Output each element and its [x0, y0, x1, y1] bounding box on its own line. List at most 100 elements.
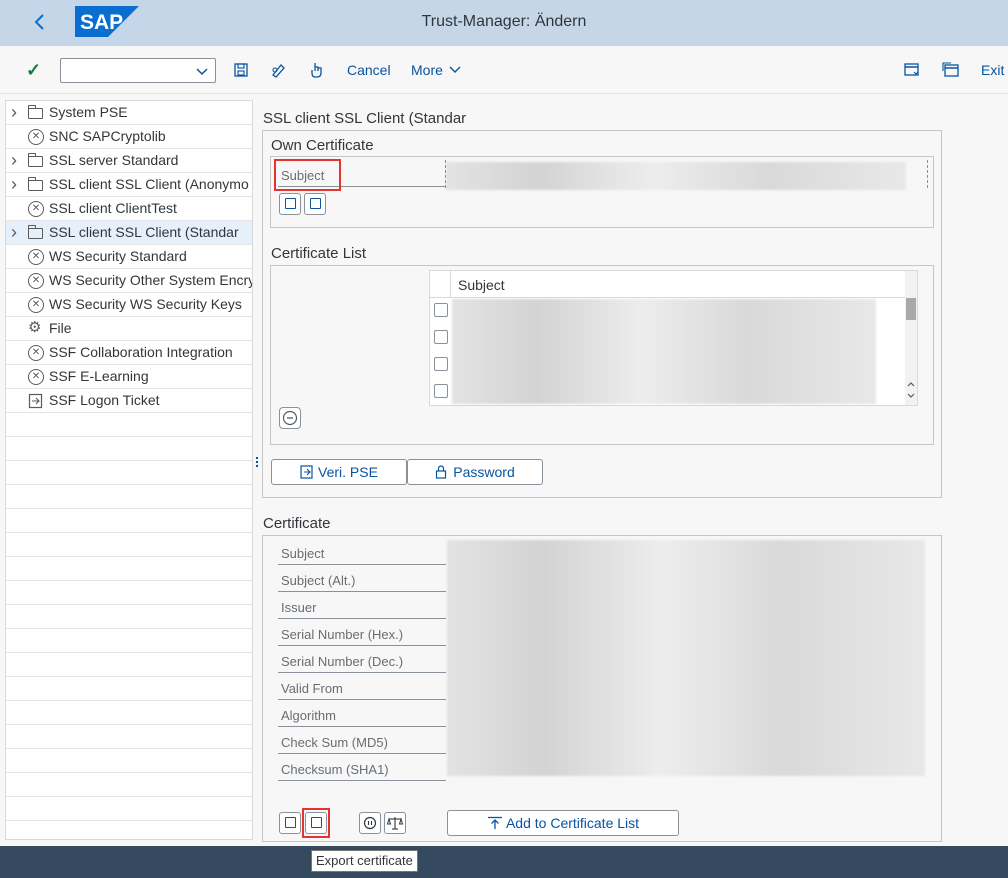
confirm-button[interactable]: ✓: [26, 58, 41, 82]
cancel-button[interactable]: Cancel: [347, 58, 391, 82]
tree-item[interactable]: ✕ SSL client ClientTest: [6, 197, 252, 221]
shell-bar: SAP Trust-Manager: Ändern: [0, 0, 1008, 46]
tree-empty-row: [6, 437, 252, 461]
tree-item[interactable]: › SSL server Standard: [6, 149, 252, 173]
tree-empty-row: [6, 581, 252, 605]
tree-empty-row: [6, 533, 252, 557]
chevron-right-icon[interactable]: ›: [11, 101, 23, 124]
export-own-cert-button[interactable]: [304, 193, 326, 215]
tree-empty-row: [6, 677, 252, 701]
minimize-window-button[interactable]: [940, 58, 962, 82]
exit-button[interactable]: Exit: [981, 58, 1004, 82]
tree-empty-row: [6, 557, 252, 581]
compare-certificate-button[interactable]: [384, 812, 406, 834]
tree-item-label: System PSE: [49, 104, 128, 120]
tree-item[interactable]: ✕ SSF E-Learning: [6, 365, 252, 389]
row-checkbox[interactable]: [434, 384, 448, 398]
folder-icon: [28, 105, 43, 119]
certificate-field-label: Valid From: [281, 681, 343, 696]
toolbar: ✓ Cancel More Exit: [0, 46, 1008, 94]
certificate-field-label: Algorithm: [281, 708, 336, 723]
tree-item[interactable]: ✕ WS Security Standard: [6, 245, 252, 269]
select-all-cell[interactable]: [430, 271, 451, 298]
import-own-cert-button[interactable]: [279, 193, 301, 215]
folder-icon: [28, 225, 43, 239]
certificate-list-rows[interactable]: [452, 299, 876, 404]
certificate-list-table: Subject: [429, 270, 918, 406]
add-to-certificate-list-button[interactable]: Add to Certificate List: [447, 810, 679, 836]
tree-item[interactable]: ✕ WS Security WS Security Keys: [6, 293, 252, 317]
more-label: More: [411, 62, 443, 78]
tree-item-label: SSL server Standard: [49, 152, 179, 168]
tree-item[interactable]: › SSL client SSL Client (Anonymo: [6, 173, 252, 197]
add-to-list-label: Add to Certificate List: [505, 815, 640, 831]
tree-item[interactable]: SSF Logon Ticket: [6, 389, 252, 413]
row-checkbox[interactable]: [434, 330, 448, 344]
tree-empty-row: [6, 725, 252, 749]
import-icon: [284, 198, 296, 209]
column-subject[interactable]: Subject: [458, 277, 505, 293]
password-button[interactable]: Password: [407, 459, 543, 485]
chevron-right-icon[interactable]: ›: [11, 149, 23, 172]
new-window-icon: [904, 63, 919, 76]
tree-empty-row: [6, 653, 252, 677]
row-checkbox[interactable]: [434, 357, 448, 371]
pause-circle-icon: [363, 816, 377, 830]
certificate-field-label: Check Sum (MD5): [281, 735, 388, 750]
veri-pse-button[interactable]: Veri. PSE: [271, 459, 407, 485]
certificate-title: Certificate: [263, 515, 331, 532]
table-scrollbar[interactable]: [905, 271, 917, 405]
tree-empty-row: [6, 605, 252, 629]
more-menu-button[interactable]: More: [411, 58, 461, 82]
chevron-right-icon[interactable]: ›: [11, 173, 23, 196]
tree-empty-row: [6, 413, 252, 437]
balance-scale-icon: [386, 817, 404, 830]
scroll-down-icon[interactable]: [905, 391, 917, 401]
tree-item[interactable]: ⚙ File: [6, 317, 252, 341]
tree-item-label: SNC SAPCryptolib: [49, 128, 166, 144]
certificate-field-label: Serial Number (Hex.): [281, 627, 404, 642]
tree-item-label: SSF E-Learning: [49, 368, 149, 384]
tree-item-label: SSL client ClientTest: [49, 200, 177, 216]
scrollbar-thumb[interactable]: [906, 298, 916, 320]
row-checkbox[interactable]: [434, 303, 448, 317]
lock-icon: [436, 465, 447, 479]
certificate-list-title: Certificate List: [271, 245, 367, 262]
window-icon: [942, 62, 959, 77]
chevron-right-icon[interactable]: ›: [11, 221, 23, 244]
export-icon: [28, 393, 44, 409]
tree-empty-row: [6, 797, 252, 821]
display-change-button[interactable]: [268, 58, 290, 82]
new-window-button[interactable]: [901, 58, 923, 82]
tree-empty-row: [6, 773, 252, 797]
save-button[interactable]: [230, 58, 252, 82]
tree-item[interactable]: › System PSE: [6, 101, 252, 125]
tree-item[interactable]: ✕ SSF Collaboration Integration: [6, 341, 252, 365]
splitter-handle[interactable]: [255, 455, 259, 475]
error-circle-icon: ✕: [28, 273, 44, 289]
tree-item[interactable]: ✕ SNC SAPCryptolib: [6, 125, 252, 149]
where-used-button[interactable]: [306, 58, 328, 82]
tree-item-label: SSL client SSL Client (Standar: [49, 224, 239, 240]
scroll-up-icon[interactable]: [905, 379, 917, 389]
chevron-down-icon: [196, 68, 208, 76]
highlight-export: [302, 808, 330, 838]
tree-empty-row: [6, 461, 252, 485]
tree-item[interactable]: ✕ WS Security Other System Encry: [6, 269, 252, 293]
highlight-subject: [274, 159, 341, 191]
error-circle-icon: ✕: [28, 249, 44, 265]
error-circle-icon: ✕: [28, 297, 44, 313]
display-certificate-button[interactable]: [359, 812, 381, 834]
certificate-field-label: Subject (Alt.): [281, 573, 356, 588]
tooltip-export-certificate: Export certificate: [311, 850, 418, 872]
command-field[interactable]: [60, 58, 216, 83]
gear-icon: ⚙: [28, 319, 42, 336]
tree-item[interactable]: › SSL client SSL Client (Standar: [6, 221, 252, 245]
certificate-field-label: Subject: [281, 546, 325, 561]
own-cert-subject-field-frame[interactable]: [445, 160, 928, 188]
remove-certificate-button[interactable]: [279, 407, 301, 429]
tree-item-label: WS Security Standard: [49, 248, 187, 264]
tree-empty-row: [6, 509, 252, 533]
import-icon: [284, 817, 296, 828]
import-certificate-button[interactable]: [279, 812, 301, 834]
